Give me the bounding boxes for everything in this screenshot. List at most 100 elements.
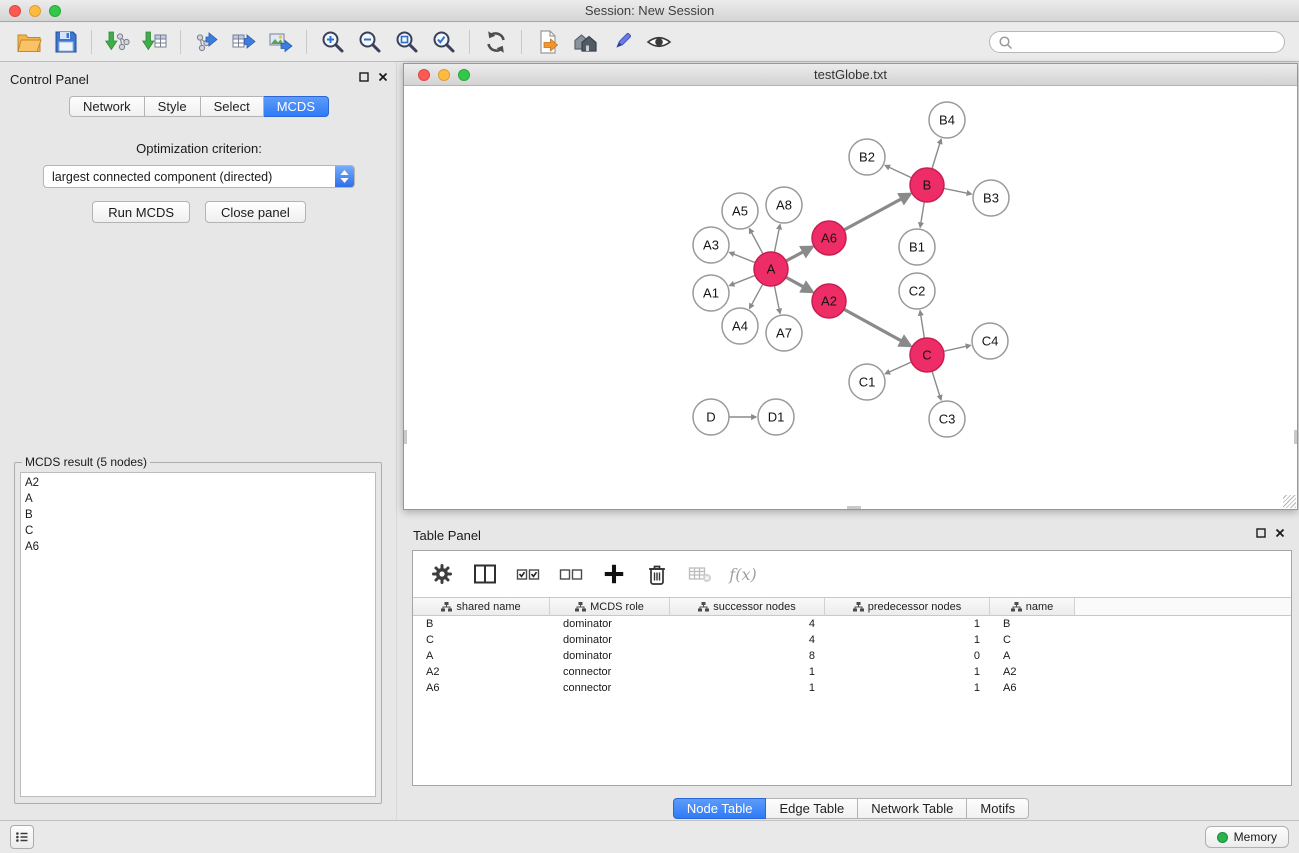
criterion-dropdown[interactable]: largest connected component (directed) — [43, 165, 355, 188]
graph-node-C[interactable]: C — [910, 338, 944, 372]
graph-node-A[interactable]: A — [754, 252, 788, 286]
graph-node-B4[interactable]: B4 — [929, 102, 965, 138]
annotation-button[interactable] — [603, 26, 640, 58]
zoom-in-button[interactable] — [314, 26, 351, 58]
network-zoom-button[interactable] — [458, 69, 470, 81]
table-row[interactable]: Cdominator41C — [413, 632, 1291, 648]
import-network-button[interactable] — [99, 26, 136, 58]
column-header-successor-nodes[interactable]: successor nodes — [670, 598, 825, 616]
cell-predecessor-nodes[interactable]: 1 — [825, 632, 990, 648]
cell-mcds-role[interactable]: dominator — [550, 616, 670, 632]
home-button[interactable] — [566, 26, 603, 58]
delete-column-button[interactable] — [640, 558, 674, 590]
table-row[interactable]: Bdominator41B — [413, 616, 1291, 632]
column-header-name[interactable]: name — [990, 598, 1075, 616]
table-row[interactable]: A2connector11A2 — [413, 664, 1291, 680]
cell-predecessor-nodes[interactable]: 0 — [825, 648, 990, 664]
graph-node-D1[interactable]: D1 — [758, 399, 794, 435]
network-canvas[interactable]: B4B2BB3A5A8A6B1A3AC2A1A2A4A7C4CC1C3DD1 — [404, 86, 1297, 509]
save-session-button[interactable] — [47, 26, 84, 58]
add-column-button[interactable] — [597, 558, 631, 590]
table-row[interactable]: A6connector11A6 — [413, 680, 1291, 696]
result-item[interactable]: C — [25, 523, 371, 539]
result-item[interactable]: A2 — [25, 475, 371, 491]
graph-node-C4[interactable]: C4 — [972, 323, 1008, 359]
deselect-all-button[interactable] — [554, 558, 588, 590]
graph-node-A8[interactable]: A8 — [766, 187, 802, 223]
graph-node-B[interactable]: B — [910, 168, 944, 202]
network-close-button[interactable] — [418, 69, 430, 81]
cell-predecessor-nodes[interactable]: 1 — [825, 680, 990, 696]
export-table-button[interactable] — [225, 26, 262, 58]
tab-style[interactable]: Style — [145, 96, 201, 117]
graph-node-A6[interactable]: A6 — [812, 221, 846, 255]
cell-shared-name[interactable]: A6 — [413, 680, 550, 696]
cell-mcds-role[interactable]: dominator — [550, 648, 670, 664]
tab-edge-table[interactable]: Edge Table — [766, 798, 858, 819]
show-columns-button[interactable] — [468, 558, 502, 590]
graph-node-A2[interactable]: A2 — [812, 284, 846, 318]
cell-name[interactable]: A — [990, 648, 1075, 664]
tab-node-table[interactable]: Node Table — [673, 798, 767, 819]
graph-node-B2[interactable]: B2 — [849, 139, 885, 175]
close-panel-icon[interactable] — [378, 72, 388, 82]
cell-shared-name[interactable]: B — [413, 616, 550, 632]
graph-node-B1[interactable]: B1 — [899, 229, 935, 265]
cell-shared-name[interactable]: A2 — [413, 664, 550, 680]
float-panel-icon[interactable] — [359, 72, 369, 82]
show-panels-button[interactable] — [10, 825, 34, 849]
tab-network[interactable]: Network — [69, 96, 145, 117]
mcds-result-list[interactable]: A2ABCA6 — [20, 472, 376, 797]
cell-successor-nodes[interactable]: 8 — [670, 648, 825, 664]
open-session-file-button[interactable] — [529, 26, 566, 58]
network-minimize-button[interactable] — [438, 69, 450, 81]
result-item[interactable]: B — [25, 507, 371, 523]
cell-mcds-role[interactable]: connector — [550, 664, 670, 680]
panel-divider[interactable] — [396, 62, 397, 820]
graph-node-D[interactable]: D — [693, 399, 729, 435]
graphics-details-button[interactable] — [640, 26, 677, 58]
float-panel-icon[interactable] — [1256, 528, 1266, 538]
search-input[interactable] — [1017, 35, 1276, 49]
cell-name[interactable]: A6 — [990, 680, 1075, 696]
refresh-button[interactable] — [477, 26, 514, 58]
graph-node-A4[interactable]: A4 — [722, 308, 758, 344]
table-settings-button[interactable] — [425, 558, 459, 590]
run-mcds-button[interactable]: Run MCDS — [92, 201, 190, 223]
export-network-button[interactable] — [188, 26, 225, 58]
cell-successor-nodes[interactable]: 4 — [670, 616, 825, 632]
select-all-button[interactable] — [511, 558, 545, 590]
graph-node-A5[interactable]: A5 — [722, 193, 758, 229]
graph-node-A7[interactable]: A7 — [766, 315, 802, 351]
minimize-window-button[interactable] — [29, 5, 41, 17]
resize-grip[interactable] — [1283, 495, 1296, 508]
import-table-button[interactable] — [136, 26, 173, 58]
zoom-window-button[interactable] — [49, 5, 61, 17]
column-header-shared-name[interactable]: shared name — [413, 598, 550, 616]
graph-node-A3[interactable]: A3 — [693, 227, 729, 263]
column-header-predecessor-nodes[interactable]: predecessor nodes — [825, 598, 990, 616]
search-field[interactable] — [989, 31, 1285, 53]
network-graph[interactable]: B4B2BB3A5A8A6B1A3AC2A1A2A4A7C4CC1C3DD1 — [404, 86, 1297, 509]
cell-successor-nodes[interactable]: 4 — [670, 632, 825, 648]
cell-shared-name[interactable]: A — [413, 648, 550, 664]
graph-node-C1[interactable]: C1 — [849, 364, 885, 400]
cell-shared-name[interactable]: C — [413, 632, 550, 648]
cell-mcds-role[interactable]: dominator — [550, 632, 670, 648]
zoom-out-button[interactable] — [351, 26, 388, 58]
graph-node-C3[interactable]: C3 — [929, 401, 965, 437]
graph-node-C2[interactable]: C2 — [899, 273, 935, 309]
cell-name[interactable]: C — [990, 632, 1075, 648]
result-item[interactable]: A6 — [25, 539, 371, 555]
table-row[interactable]: Adominator80A — [413, 648, 1291, 664]
close-panel-button[interactable]: Close panel — [205, 201, 306, 223]
close-panel-icon[interactable] — [1275, 528, 1285, 538]
tab-motifs[interactable]: Motifs — [967, 798, 1029, 819]
close-window-button[interactable] — [9, 5, 21, 17]
cell-predecessor-nodes[interactable]: 1 — [825, 616, 990, 632]
graph-node-A1[interactable]: A1 — [693, 275, 729, 311]
zoom-fit-button[interactable] — [388, 26, 425, 58]
zoom-selected-button[interactable] — [425, 26, 462, 58]
cell-name[interactable]: B — [990, 616, 1075, 632]
tab-select[interactable]: Select — [201, 96, 264, 117]
